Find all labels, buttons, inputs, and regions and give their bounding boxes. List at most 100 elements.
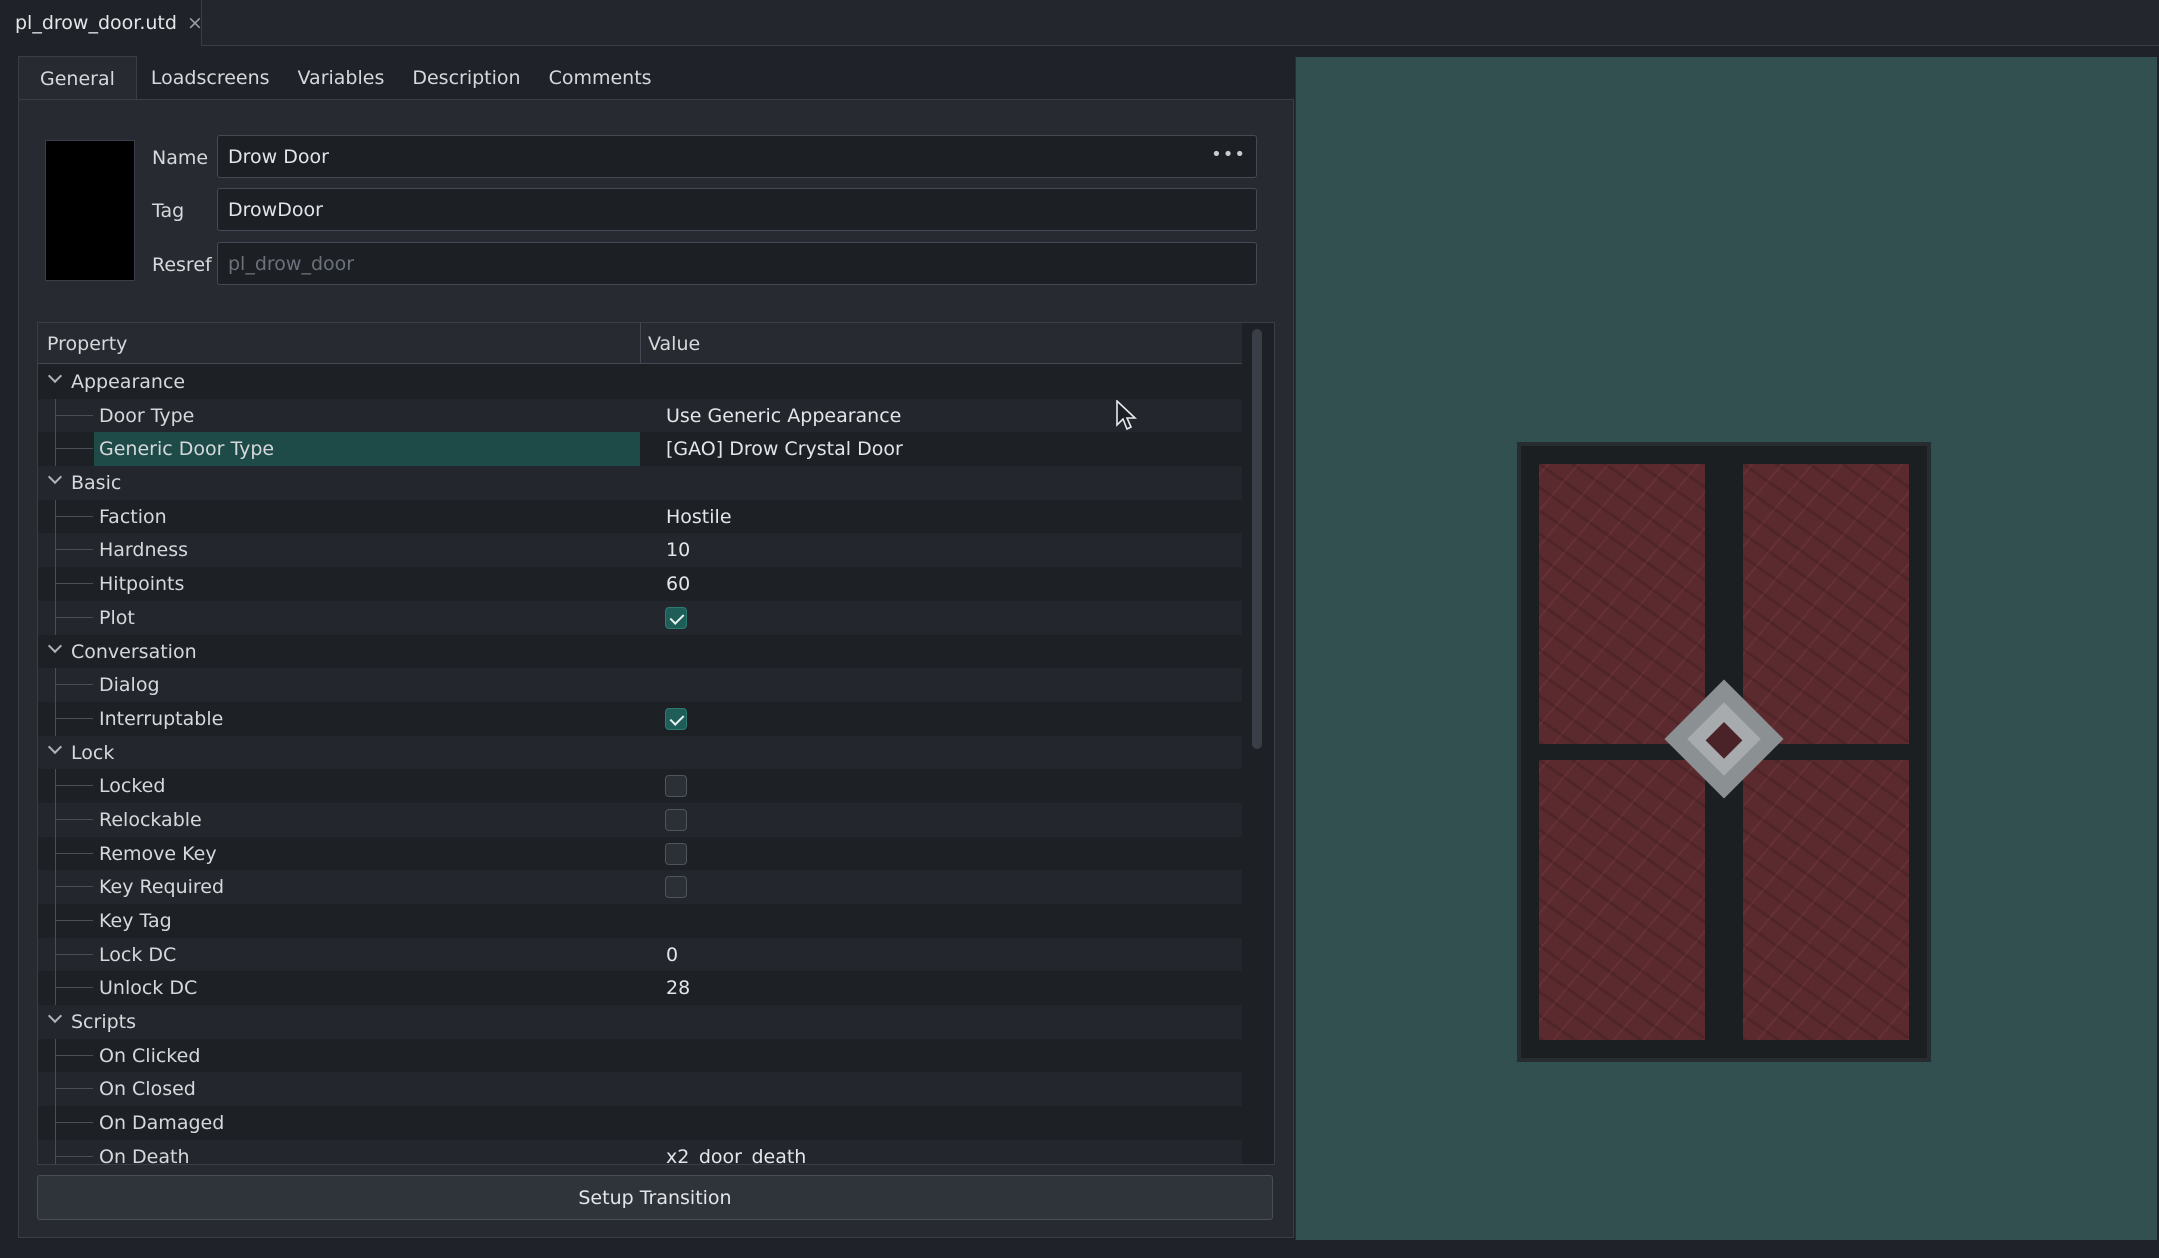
property-row[interactable]: Key Required (38, 870, 1242, 904)
editor-tabs: General Loadscreens Variables Descriptio… (18, 56, 666, 100)
tab-comments[interactable]: Comments (535, 56, 666, 100)
door-model (1517, 442, 1931, 1062)
tree-guide-horizontal (55, 1155, 93, 1157)
property-value[interactable]: 10 (666, 539, 690, 561)
document-tab-title: pl_drow_door.utd (15, 12, 177, 34)
property-value[interactable]: x2_door_death (666, 1146, 806, 1164)
column-header-property[interactable]: Property (47, 333, 127, 355)
chevron-down-icon[interactable] (47, 641, 61, 655)
model-preview[interactable] (1295, 57, 2157, 1240)
property-row[interactable]: Faction Hostile (38, 499, 1242, 534)
crystal-gem-center (1705, 722, 1743, 759)
property-row[interactable]: Generic Door Type [GAO] Drow Crystal Door (38, 432, 1242, 467)
mouse-cursor-icon (1116, 400, 1138, 431)
name-field[interactable]: Drow Door ••• (217, 135, 1257, 178)
property-label: Remove Key (99, 842, 217, 865)
chevron-down-icon[interactable] (47, 371, 61, 385)
property-row[interactable]: Dialog (38, 668, 1242, 702)
tree-guide-horizontal (55, 987, 93, 989)
property-checkbox[interactable] (665, 606, 687, 629)
category-row[interactable]: Lock (38, 735, 1242, 770)
property-label: Interruptable (99, 707, 224, 730)
property-label: Relockable (99, 808, 202, 831)
portrait-image[interactable] (45, 140, 135, 281)
setup-transition-button[interactable]: Setup Transition (37, 1175, 1273, 1220)
tree-guide-horizontal (55, 448, 93, 450)
scrollbar-thumb[interactable] (1252, 329, 1262, 749)
tree-guide-horizontal (55, 583, 93, 585)
property-row[interactable]: Remove Key (38, 836, 1242, 871)
category-row[interactable]: Appearance (38, 365, 1242, 399)
property-checkbox[interactable] (665, 775, 687, 798)
property-row[interactable]: On Closed (38, 1072, 1242, 1107)
property-value[interactable]: Use Generic Appearance (666, 405, 901, 427)
category-row[interactable]: Scripts (38, 1005, 1242, 1039)
chevron-down-icon[interactable] (47, 472, 61, 486)
property-row[interactable]: Locked (38, 769, 1242, 803)
document-tab-bar: pl_drow_door.utd × (0, 0, 2159, 46)
grid-header: Property Value (38, 323, 1242, 364)
resref-placeholder: pl_drow_door (228, 252, 355, 275)
tab-general[interactable]: General (18, 56, 137, 100)
property-label: Locked (99, 775, 166, 798)
property-row[interactable]: On Death x2_door_death (38, 1139, 1242, 1165)
name-value: Drow Door (228, 145, 329, 168)
property-row[interactable]: Hitpoints 60 (38, 567, 1242, 601)
property-row[interactable]: Key Tag (38, 904, 1242, 938)
property-row[interactable]: Door Type Use Generic Appearance (38, 398, 1242, 433)
property-value[interactable]: Hostile (666, 506, 732, 528)
door-panel-bottom-right (1743, 760, 1909, 1040)
name-label: Name (152, 147, 209, 169)
property-row[interactable]: Plot (38, 600, 1242, 635)
property-label: Hardness (99, 539, 188, 562)
property-checkbox[interactable] (665, 876, 687, 899)
property-checkbox[interactable] (665, 707, 687, 730)
tab-description[interactable]: Description (398, 56, 534, 100)
tab-variables[interactable]: Variables (284, 56, 399, 100)
chevron-down-icon[interactable] (47, 1011, 61, 1025)
property-value[interactable]: 28 (666, 977, 690, 999)
tab-loadscreens[interactable]: Loadscreens (137, 56, 284, 100)
grid-scrollbar[interactable] (1252, 329, 1262, 1159)
ellipsis-icon[interactable]: ••• (1211, 144, 1246, 165)
property-label: Unlock DC (99, 977, 198, 1000)
category-row[interactable]: Conversation (38, 635, 1242, 669)
tree-guide-horizontal (55, 515, 93, 517)
chevron-down-icon[interactable] (47, 742, 61, 756)
tree-guide-horizontal (55, 549, 93, 551)
tree-guide-horizontal (55, 1054, 93, 1056)
property-label: On Damaged (99, 1112, 225, 1135)
property-label: Generic Door Type (99, 438, 275, 461)
property-row[interactable]: Interruptable (38, 701, 1242, 736)
resref-field[interactable]: pl_drow_door (217, 242, 1257, 285)
document-tab[interactable]: pl_drow_door.utd × (0, 0, 203, 46)
property-label: On Closed (99, 1078, 196, 1101)
property-checkbox[interactable] (665, 808, 687, 831)
property-row[interactable]: Unlock DC 28 (38, 971, 1242, 1006)
property-row[interactable]: On Damaged (38, 1106, 1242, 1140)
close-icon[interactable]: × (187, 12, 203, 34)
property-label: Plot (99, 606, 135, 629)
property-label: On Death (99, 1145, 190, 1165)
property-label: On Clicked (99, 1044, 201, 1067)
property-row[interactable]: On Clicked (38, 1038, 1242, 1073)
tree-guide-horizontal (55, 953, 93, 955)
category-row[interactable]: Basic (38, 466, 1242, 500)
property-checkbox[interactable] (665, 842, 687, 865)
tag-value: DrowDoor (228, 198, 323, 221)
property-value[interactable]: [GAO] Drow Crystal Door (666, 438, 903, 460)
column-separator[interactable] (640, 323, 641, 364)
tree-guide-horizontal (55, 1122, 93, 1124)
tag-field[interactable]: DrowDoor (217, 188, 1257, 231)
property-value[interactable]: 60 (666, 573, 690, 595)
property-label: Lock DC (99, 943, 177, 966)
property-value[interactable]: 0 (666, 944, 678, 966)
property-row[interactable]: Relockable (38, 802, 1242, 837)
tree-guide-horizontal (55, 616, 93, 618)
property-row[interactable]: Lock DC 0 (38, 937, 1242, 972)
column-header-value[interactable]: Value (648, 333, 700, 355)
category-label: Lock (71, 741, 115, 764)
category-label: Conversation (71, 640, 197, 663)
property-label: Door Type (99, 404, 195, 427)
property-row[interactable]: Hardness 10 (38, 533, 1242, 568)
